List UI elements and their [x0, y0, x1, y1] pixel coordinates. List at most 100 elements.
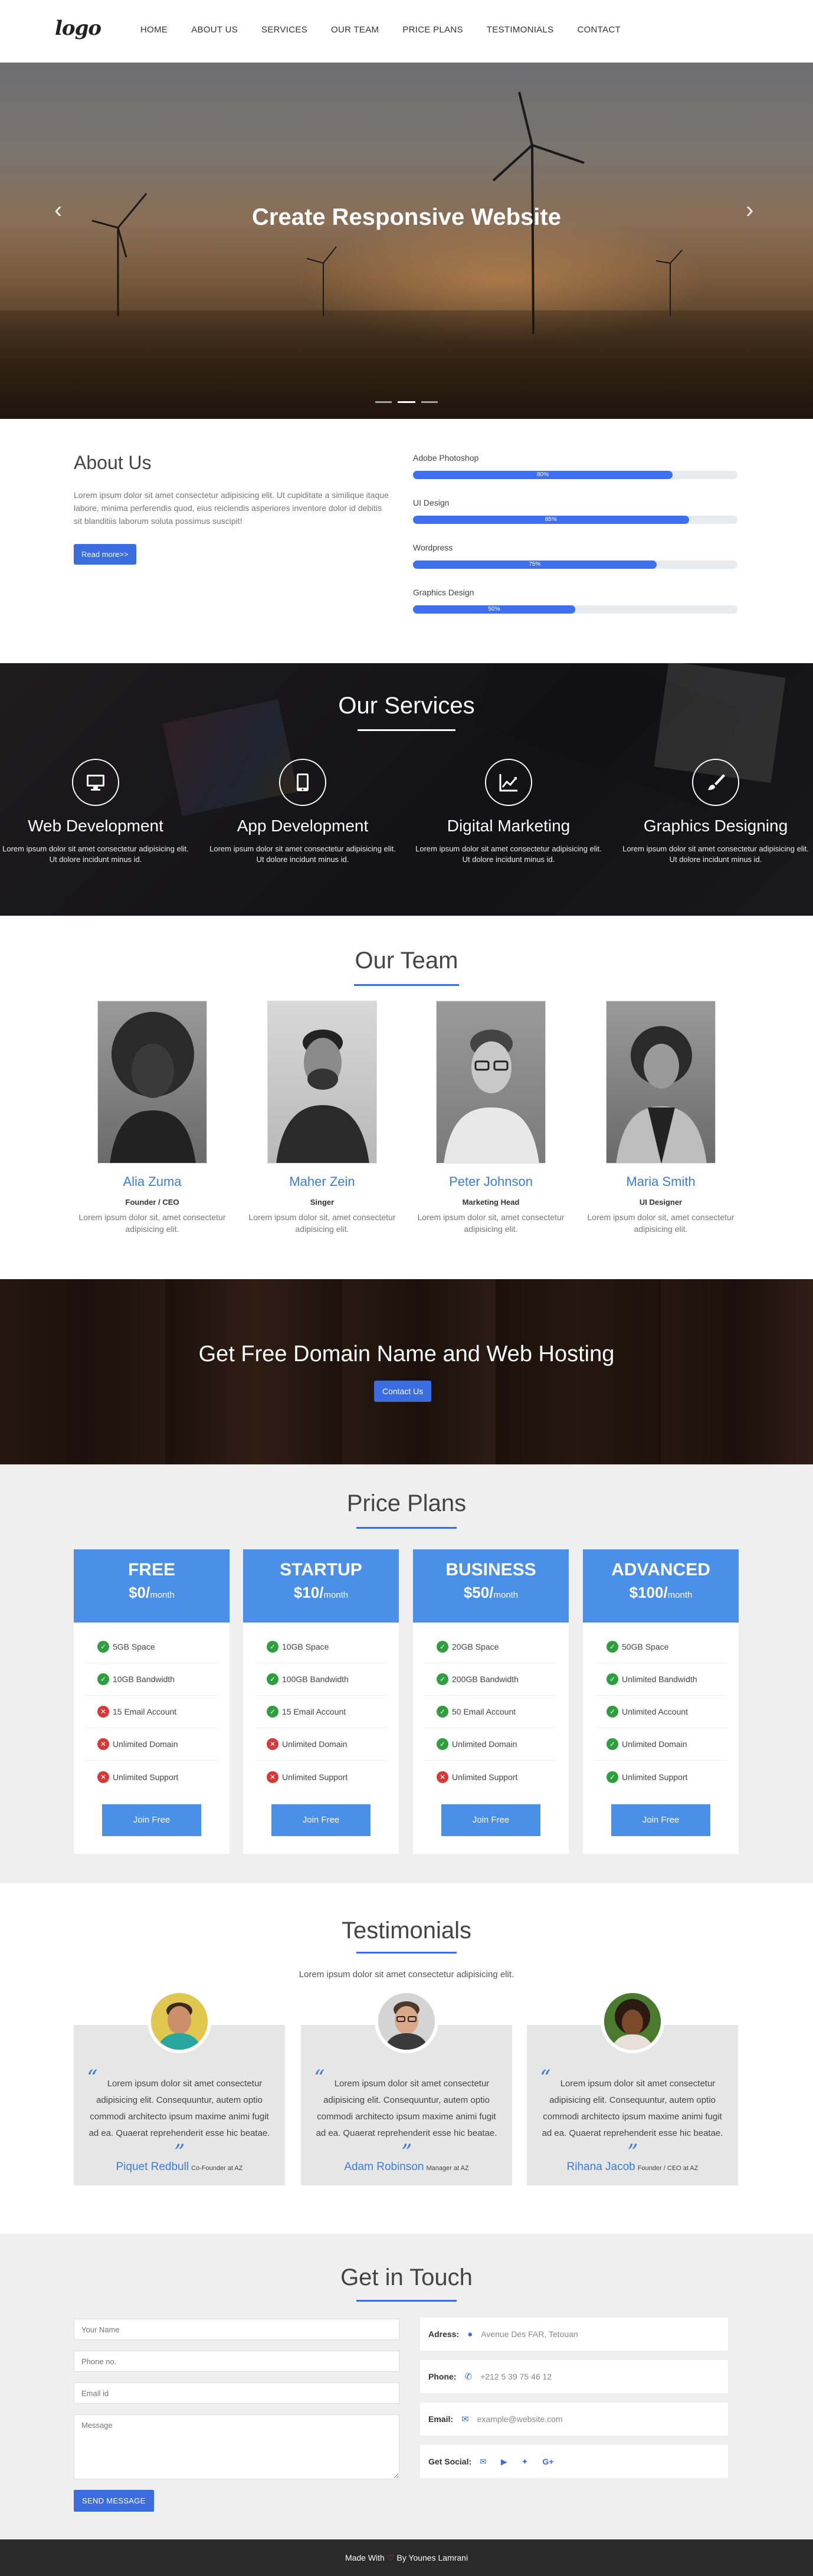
service-title: Digital Marketing — [447, 817, 571, 835]
team-member: Maria Smith UI Designer Lorem ipsum dolo… — [584, 1001, 737, 1235]
testimonial-quote: Lorem ipsum dolor sit amet consectetur a… — [88, 2079, 270, 2138]
cross-icon: ✕ — [267, 1771, 278, 1783]
cross-icon: ✕ — [97, 1738, 109, 1750]
email-info: Email: ✉ example@website.com — [420, 2403, 728, 2436]
price-title: Price Plans — [346, 1490, 467, 1516]
testimonial-card: “ Lorem ipsum dolor sit amet consectetur… — [527, 1990, 738, 2185]
plan-price: $50/month — [463, 1584, 519, 1601]
logo[interactable]: logo — [55, 17, 101, 40]
nav-services[interactable]: SERVICES — [261, 25, 307, 35]
nav-testimonials[interactable]: TESTIMONIALS — [487, 25, 554, 35]
twitter-icon[interactable]: ✦ — [522, 2457, 529, 2467]
check-icon: ✓ — [607, 1673, 618, 1685]
plan-header: ADVANCED $100/month — [583, 1549, 739, 1623]
member-role: Singer — [310, 1198, 335, 1207]
check-icon: ✓ — [607, 1706, 618, 1718]
footer: Made With ♡ By Younes Lamrani — [0, 2539, 813, 2576]
hero-title: Create Responsive Website — [252, 204, 561, 230]
service-title: Graphics Designing — [643, 817, 788, 835]
check-icon: ✓ — [267, 1706, 278, 1718]
carousel-dot-3[interactable] — [421, 401, 438, 403]
phone-field[interactable] — [74, 2351, 399, 2372]
envelope-icon[interactable]: ✉ — [480, 2457, 487, 2467]
google-plus-icon[interactable]: G+ — [542, 2457, 553, 2466]
skill-label: Graphics Design — [413, 588, 474, 597]
plan-features: ✓ 5GB Space ✓ 10GB Bandwidth ✕ 15 Email Acc… — [86, 1631, 218, 1793]
services-title: Our Services — [338, 693, 475, 719]
join-button[interactable]: Join Free — [102, 1804, 201, 1836]
carousel-dot-1[interactable] — [375, 401, 392, 403]
testimonial-author: Adam Robinson Manager at AZ — [344, 2161, 469, 2173]
check-icon: ✓ — [607, 1738, 618, 1750]
check-icon: ✓ — [97, 1673, 109, 1685]
title-underline — [358, 729, 455, 731]
member-text: Lorem ipsum dolor sit, amet consectetur … — [248, 1212, 396, 1234]
feature-item: ✓ Unlimited Support — [595, 1761, 727, 1793]
address-value: Avenue Des FAR, Tetouan — [481, 2329, 578, 2339]
check-icon: ✓ — [97, 1641, 109, 1653]
banner-overlay — [0, 1279, 813, 1464]
member-text: Lorem ipsum dolor sit, amet consectetur … — [78, 1212, 226, 1234]
chevron-left-icon[interactable]: ‹ — [54, 197, 62, 224]
footer-author: By Younes Lamrani — [396, 2553, 468, 2562]
service-title: App Development — [237, 817, 369, 835]
avatar — [375, 1990, 438, 2053]
message-field[interactable] — [74, 2414, 399, 2479]
plan-name: ADVANCED — [611, 1560, 710, 1579]
feature-item: ✕ Unlimited Domain — [86, 1728, 218, 1761]
join-button[interactable]: Join Free — [271, 1804, 371, 1836]
join-button[interactable]: Join Free — [611, 1804, 710, 1836]
youtube-icon[interactable]: ▶ — [501, 2457, 507, 2467]
navbar: logo HOME ABOUT US SERVICES OUR TEAM PRI… — [0, 0, 813, 63]
check-icon: ✓ — [267, 1641, 278, 1653]
title-underline — [356, 2300, 457, 2302]
check-icon: ✓ — [437, 1641, 448, 1653]
send-message-button[interactable]: SEND MESSAGE — [74, 2490, 154, 2512]
progress-track: 80% — [413, 471, 737, 479]
plan-card-free: FREE $0/month ✓ 5GB Space ✓ 10GB Bandwidth… — [74, 1549, 230, 1854]
social-info: Get Social: ✉ ▶ ✦ G+ — [420, 2445, 728, 2478]
join-button[interactable]: Join Free — [441, 1804, 540, 1836]
chart-line-icon — [485, 759, 532, 806]
map-marker-icon: ● — [467, 2329, 473, 2339]
nav-price-plans[interactable]: PRICE PLANS — [402, 25, 463, 35]
feature-item: ✓ Unlimited Domain — [425, 1728, 557, 1761]
hosting-banner: Get Free Domain Name and Web Hosting Con… — [0, 1279, 813, 1464]
team-member: Peter Johnson Marketing Head Lorem ipsum… — [414, 1001, 568, 1235]
feature-item: ✓ 50 Email Account — [425, 1696, 557, 1728]
nav-home[interactable]: HOME — [140, 25, 168, 35]
check-icon: ✓ — [267, 1673, 278, 1685]
address-info: Adress: ● Avenue Des FAR, Tetouan — [420, 2318, 728, 2351]
skill-label: Wordpress — [413, 543, 453, 552]
cross-icon: ✕ — [437, 1771, 448, 1783]
chevron-right-icon[interactable]: › — [746, 197, 753, 224]
read-more-button[interactable]: Read more>> — [74, 544, 136, 565]
email-value[interactable]: example@website.com — [477, 2414, 563, 2424]
feature-item: ✕ 15 Email Account — [86, 1696, 218, 1728]
plan-card-business: BUSINESS $50/month ✓ 20GB Space ✓ 200GB Ba… — [413, 1549, 569, 1854]
cross-icon: ✕ — [97, 1706, 109, 1718]
service-text: Lorem ipsum dolor sit amet consectetur a… — [2, 844, 189, 864]
plan-header: STARTUP $10/month — [243, 1549, 399, 1623]
service-web-development: Web Development Lorem ipsum dolor sit am… — [0, 759, 196, 865]
nav-about[interactable]: ABOUT US — [191, 25, 238, 35]
skill-wordpress: Wordpress 75% — [413, 543, 737, 569]
nav-team[interactable]: OUR TEAM — [331, 25, 379, 35]
testimonials-subtitle: Lorem ipsum dolor sit amet consectetur a… — [299, 1969, 514, 1979]
progress-fill: 50% — [413, 605, 575, 614]
plan-price: $100/month — [629, 1584, 693, 1601]
main-menu: HOME ABOUT US SERVICES OUR TEAM PRICE PL… — [140, 25, 644, 35]
price-plans-section: Price Plans FREE $0/month ✓ 5GB Space ✓ 10… — [0, 1464, 813, 1883]
testimonial-quote: Lorem ipsum dolor sit amet consectetur a… — [542, 2079, 723, 2138]
carousel-dot-2[interactable] — [398, 401, 415, 403]
plan-name: FREE — [127, 1560, 175, 1579]
nav-contact[interactable]: CONTACT — [577, 25, 620, 35]
contact-us-button[interactable]: Contact Us — [374, 1381, 432, 1402]
skill-ui-design: UI Design 85% — [413, 498, 737, 524]
check-icon: ✓ — [437, 1738, 448, 1750]
email-field[interactable] — [74, 2382, 399, 2404]
skill-photoshop: Adobe Photoshop 80% — [413, 453, 737, 479]
name-field[interactable] — [74, 2319, 399, 2340]
team-title: Our Team — [355, 948, 458, 974]
feature-item: ✓ Unlimited Bandwidth — [595, 1663, 727, 1696]
